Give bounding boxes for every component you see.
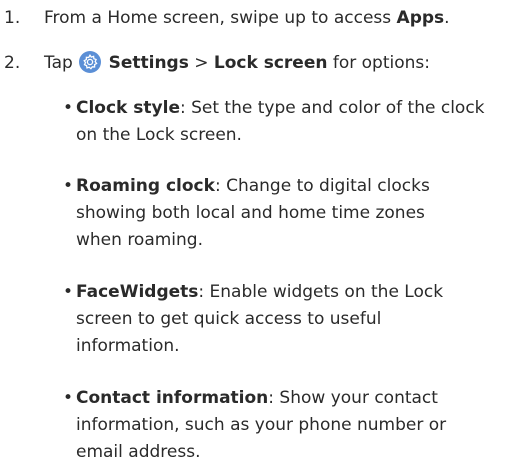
option-text: Clock style: Set the type and color of t… — [76, 98, 485, 145]
option-clock-style: • Clock style: Set the type and color of… — [0, 95, 526, 149]
option-text: FaceWidgets: Enable widgets on the Lock … — [76, 282, 444, 356]
option-roaming-clock: • Roaming clock: Change to digital clock… — [0, 173, 526, 254]
option-term: Contact information — [76, 388, 269, 408]
option-text: Contact information: Show your contact i… — [76, 388, 447, 462]
bullet-marker: • — [63, 282, 74, 302]
bullet-marker: • — [63, 98, 74, 118]
bullet-marker: • — [63, 176, 74, 196]
instructions-page: 1. From a Home screen, swipe up to acces… — [0, 0, 526, 473]
option-contact-information: • Contact information: Show your contact… — [0, 385, 526, 466]
bullet-marker: • — [63, 388, 74, 408]
option-term: Roaming clock — [76, 176, 215, 196]
step-text: From a Home screen, swipe up to access A… — [44, 8, 450, 28]
step-1: 1. From a Home screen, swipe up to acces… — [0, 6, 526, 30]
option-facewidgets: • FaceWidgets: Enable widgets on the Loc… — [0, 279, 526, 360]
option-text: Roaming clock: Change to digital clocks … — [76, 176, 430, 250]
settings-label: Settings — [108, 53, 189, 73]
step-text: Tap Settings > Lock screen for options: — [44, 51, 430, 73]
step-number: 2. — [4, 53, 21, 73]
settings-gear-icon — [79, 51, 102, 73]
step-2: 2. Tap Settings > Lock screen for option… — [0, 51, 526, 75]
option-term: FaceWidgets — [76, 282, 199, 302]
apps-label: Apps — [396, 8, 445, 28]
lock-screen-label: Lock screen — [213, 53, 328, 73]
step-number: 1. — [4, 8, 21, 28]
option-term: Clock style — [76, 98, 180, 118]
